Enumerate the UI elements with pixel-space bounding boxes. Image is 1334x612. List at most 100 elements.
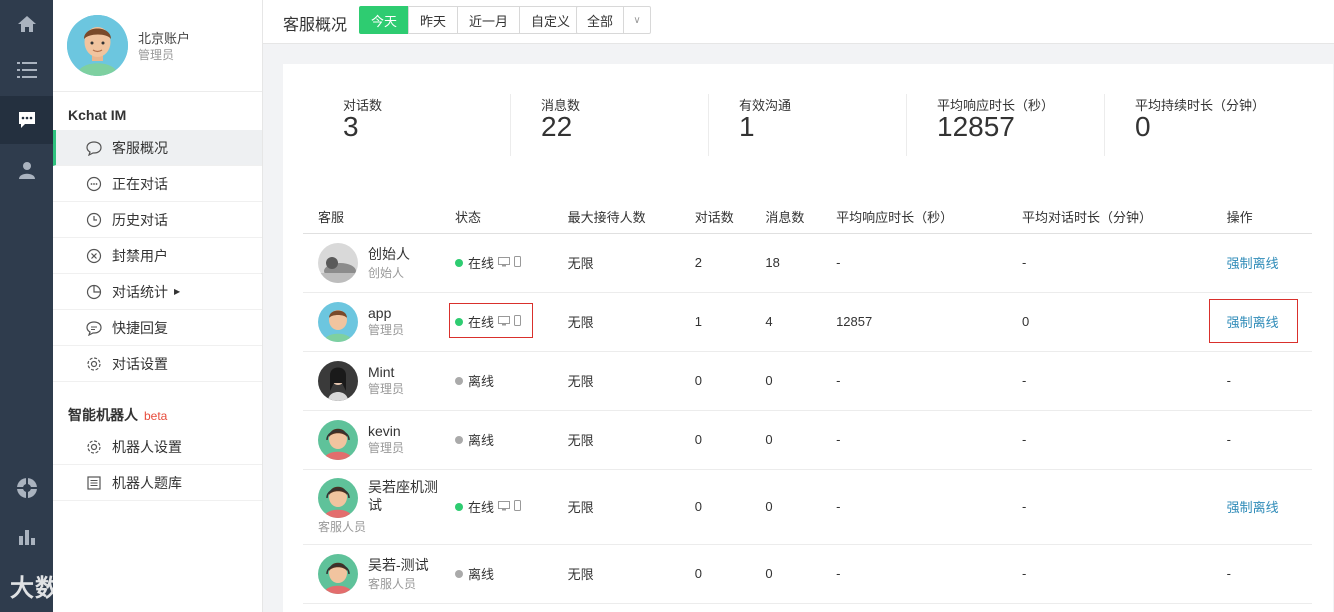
online-dot-icon <box>455 502 463 511</box>
agent-cell: 吴若-测试 客服人员 <box>303 544 440 604</box>
sidebar-item-history[interactable]: 历史对话 <box>53 202 262 238</box>
page-title: 客服概况 <box>283 17 348 34</box>
robot-icon[interactable] <box>0 464 53 512</box>
stat-value: 0 <box>1135 111 1151 142</box>
offline-dot-icon <box>455 435 463 444</box>
sidebar-item-label: 客服概况 <box>112 139 168 156</box>
highlight-box-operation <box>1209 299 1298 343</box>
bar-chart-icon[interactable] <box>0 512 53 560</box>
column-header: 客服 <box>303 200 440 234</box>
resp-cell: 12857 <box>821 292 1007 352</box>
mobile-icon <box>514 499 522 514</box>
resp-cell: - <box>821 410 1007 470</box>
agent-cell: 创始人 创始人 <box>303 233 440 293</box>
stat-value: 12857 <box>937 111 1015 142</box>
table-header-row: 客服 状态 最大接待人数 对话数 消息数 平均响应时长（秒） 平均对话时长（分钟… <box>303 200 1312 234</box>
avatar <box>318 478 358 518</box>
filter-select[interactable]: 全部 ∨ <box>576 6 652 34</box>
sidebar-item-overview[interactable]: 客服概况 <box>53 130 262 166</box>
dur-cell: - <box>1006 469 1212 545</box>
agent-cell: Mint 管理员 <box>303 351 440 411</box>
dur-cell: 0 <box>1006 292 1212 352</box>
force-offline-link[interactable]: 强制离线 <box>1227 500 1279 515</box>
column-header: 操作 <box>1211 200 1312 234</box>
status-cell: 在线 <box>440 469 553 545</box>
sidebar-item-robot-settings[interactable]: 机器人设置 <box>53 429 262 465</box>
agent-role: 管理员 <box>368 323 405 337</box>
list-icon[interactable] <box>0 46 53 94</box>
chat-icon[interactable] <box>0 96 53 144</box>
table-row: 吴若-测试 客服人员 离线 无限 0 0 - - - <box>303 544 1312 604</box>
chats-cell: 0 <box>679 351 751 411</box>
date-range-group: 今天 昨天 近一月 自定义 <box>359 6 583 34</box>
agent-role: 管理员 <box>368 441 405 455</box>
column-header: 状态 <box>440 200 553 234</box>
sidebar-item-label: 历史对话 <box>112 211 168 228</box>
online-dot-icon <box>455 258 463 267</box>
chat-dots-icon <box>86 176 102 192</box>
op-cell: - <box>1211 544 1312 604</box>
quick-reply-icon <box>86 320 102 336</box>
sidebar-item-active-chats[interactable]: 正在对话 <box>53 166 262 202</box>
avatar[interactable] <box>67 15 128 76</box>
range-yesterday-button[interactable]: 昨天 <box>408 6 459 34</box>
agent-role: 创始人 <box>368 266 405 280</box>
agent-name: app <box>368 305 392 321</box>
stat-value: 22 <box>541 111 573 142</box>
highlight-box-status <box>449 303 533 338</box>
desktop-icon <box>498 255 511 270</box>
agent-role: 客服人员 <box>368 577 417 591</box>
clock-icon <box>86 212 102 228</box>
msgs-cell: 0 <box>750 410 822 470</box>
avatar <box>318 242 358 283</box>
range-custom-button[interactable]: 自定义 <box>519 6 583 34</box>
status-cell: 离线 <box>440 351 553 411</box>
sidebar-item-stats[interactable]: 对话统计 ▶ <box>53 274 262 310</box>
msgs-cell: 18 <box>750 233 822 293</box>
agent-name: 吴若座机测试 <box>368 479 438 513</box>
sidebar-item-label: 机器人设置 <box>112 438 182 455</box>
profile-role: 管理员 <box>138 48 175 62</box>
msgs-cell: 0 <box>750 469 822 545</box>
sidebar: 北京账户 管理员 Kchat IM 客服概况 正在对话 历史对话 封禁用户 对话… <box>53 0 263 612</box>
msgs-cell: 0 <box>750 351 822 411</box>
resp-cell: - <box>821 469 1007 545</box>
force-offline-link[interactable]: 强制离线 <box>1227 256 1279 271</box>
op-cell: 强制离线 <box>1211 233 1312 293</box>
agent-cell: kevin 管理员 <box>303 410 440 470</box>
sidebar-item-chat-settings[interactable]: 对话设置 <box>53 346 262 382</box>
range-today-button[interactable]: 今天 <box>359 6 410 34</box>
status-text: 离线 <box>468 433 495 448</box>
dur-cell: - <box>1006 410 1212 470</box>
section-title-kchat: Kchat IM <box>68 107 127 123</box>
filter-select-value: 全部 <box>577 7 625 33</box>
msgs-cell: 0 <box>750 544 822 604</box>
stat-avg-duration: 平均持续时长（分钟） 0 <box>1104 94 1302 156</box>
home-icon[interactable] <box>0 0 53 48</box>
max-cell: 无限 <box>552 410 680 470</box>
caret-right-icon: ▶ <box>174 287 181 296</box>
status-text: 在线 <box>468 256 495 271</box>
dur-cell: - <box>1006 351 1212 411</box>
chats-cell: 1 <box>679 292 751 352</box>
stat-avg-response: 平均响应时长（秒） 12857 <box>906 94 1104 156</box>
op-cell: - <box>1211 410 1312 470</box>
agent-cell: app 管理员 <box>303 292 440 352</box>
section-title-text: 智能机器人 <box>68 407 138 423</box>
dur-cell: - <box>1006 233 1212 293</box>
column-header: 消息数 <box>750 200 822 234</box>
range-month-button[interactable]: 近一月 <box>457 6 521 34</box>
agent-role: 客服人员 <box>318 520 367 534</box>
sidebar-item-quick-reply[interactable]: 快捷回复 <box>53 310 262 346</box>
table-row: Mint 管理员 离线 无限 0 0 - - - <box>303 351 1312 411</box>
max-cell: 无限 <box>552 544 680 604</box>
overview-card: 对话数 3 消息数 22 有效沟通 1 平均响应时长（秒） 12857 平均持续… <box>283 64 1333 612</box>
sidebar-item-robot-kb[interactable]: 机器人题库 <box>53 465 262 501</box>
user-icon[interactable] <box>0 146 53 194</box>
max-cell: 无限 <box>552 292 680 352</box>
status-text: 在线 <box>468 500 495 515</box>
msgs-cell: 4 <box>750 292 822 352</box>
resp-cell: - <box>821 233 1007 293</box>
sidebar-item-banned[interactable]: 封禁用户 <box>53 238 262 274</box>
chevron-down-icon: ∨ <box>633 14 641 26</box>
